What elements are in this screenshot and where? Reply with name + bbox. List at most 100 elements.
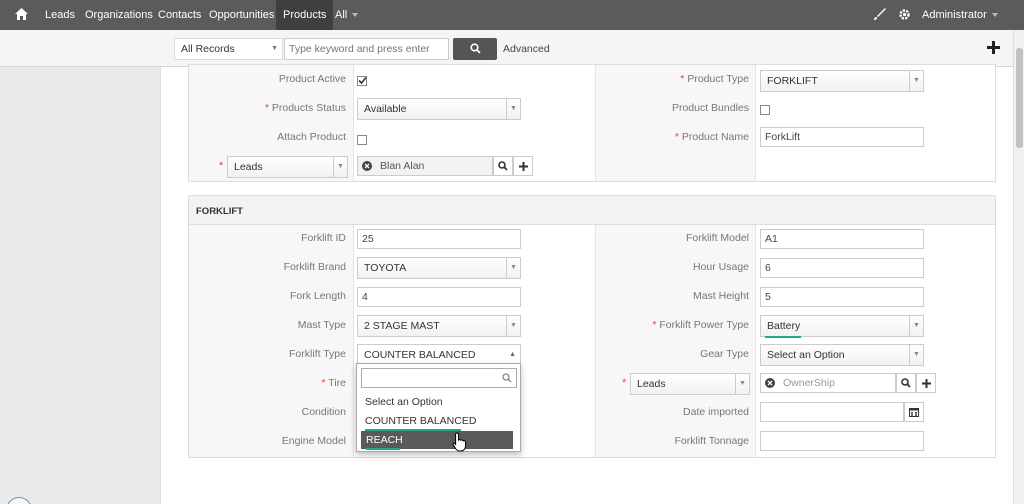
- forklift-id-input[interactable]: 25: [357, 229, 521, 249]
- gear-type-value: Select an Option: [767, 349, 845, 361]
- products-status-label: * Products Status: [264, 102, 346, 114]
- advanced-search-link[interactable]: Advanced: [503, 43, 550, 55]
- form-row: Condition Date imported: [189, 399, 995, 428]
- dropdown-option[interactable]: COUNTER BALANCED: [361, 412, 513, 430]
- mast-type-value: 2 STAGE MAST: [364, 320, 440, 332]
- owner-module-select[interactable]: Leads ▼: [630, 373, 750, 395]
- nav-all-menu[interactable]: All: [335, 0, 359, 30]
- form-row: * Leads ▼ Blan Alan: [189, 152, 995, 181]
- mast-type-select[interactable]: 2 STAGE MAST ▼: [357, 315, 521, 337]
- product-details-block: Product Active * Product Type FORKLIFT ▼ …: [188, 64, 996, 182]
- related-module-select[interactable]: Leads ▼: [227, 156, 348, 178]
- forklift-type-label: Forklift Type: [289, 348, 346, 360]
- form-row: Fork Length 4 Mast Height 5: [189, 283, 995, 312]
- calendar-icon: [909, 408, 919, 417]
- product-active-label: Product Active: [278, 73, 346, 85]
- calendar-button[interactable]: [904, 402, 924, 422]
- forklift-block-title: FORKLIFT: [196, 206, 243, 217]
- clear-icon[interactable]: [765, 378, 775, 388]
- clear-icon[interactable]: [362, 161, 372, 171]
- fork-length-label: Fork Length: [289, 290, 346, 302]
- gear-type-select[interactable]: Select an Option ▼: [760, 344, 924, 366]
- forklift-brand-select[interactable]: TOYOTA ▼: [357, 257, 521, 279]
- products-status-select[interactable]: Available ▼: [357, 98, 521, 120]
- forklift-tonnage-label: Forklift Tonnage: [674, 435, 749, 447]
- chevron-down-icon: ▼: [333, 157, 347, 177]
- fork-length-input[interactable]: 4: [357, 287, 521, 307]
- search-input[interactable]: [284, 38, 449, 60]
- nav-opportunities[interactable]: Opportunities: [209, 0, 274, 30]
- ownership-search-button[interactable]: [896, 373, 916, 393]
- related-add-button[interactable]: [513, 156, 533, 176]
- search-button[interactable]: [453, 38, 497, 60]
- related-module-value: Leads: [234, 161, 263, 173]
- products-status-value: Available: [364, 103, 407, 115]
- checkmark-icon: [358, 76, 367, 85]
- forklift-power-type-select[interactable]: Battery ▼: [760, 315, 924, 337]
- product-type-label: * Product Type: [680, 73, 749, 85]
- chevron-down-icon: ▼: [735, 374, 749, 394]
- plus-icon[interactable]: [987, 41, 1000, 54]
- form-row: Engine Model Forklift Tonnage: [189, 428, 995, 457]
- chevron-down-icon: ▼: [909, 345, 923, 365]
- nav-contacts[interactable]: Contacts: [158, 0, 201, 30]
- chevron-down-icon: ▼: [506, 316, 520, 336]
- related-search-button[interactable]: [493, 156, 513, 176]
- help-widget-icon[interactable]: [6, 497, 32, 504]
- search-bar: All Records ▼ Advanced: [0, 30, 1013, 67]
- forklift-type-value: COUNTER BALANCED: [364, 349, 476, 361]
- form-row: Mast Type 2 STAGE MAST ▼ * Forklift Power…: [189, 312, 995, 341]
- scrollbar-thumb[interactable]: [1016, 48, 1023, 148]
- form-row: Attach Product * Product Name ForkLift: [189, 123, 995, 152]
- dropdown-option[interactable]: Select an Option: [361, 393, 513, 411]
- engine-model-label: Engine Model: [281, 435, 346, 447]
- search-icon: [502, 373, 512, 383]
- chevron-down-icon: ▼: [909, 71, 923, 91]
- condition-label: Condition: [301, 406, 346, 418]
- top-navigation: Leads Organizations Contacts Opportuniti…: [0, 0, 1024, 30]
- highlight-underline: [765, 336, 801, 338]
- brush-icon[interactable]: [873, 8, 886, 21]
- form-row: Forklift Type COUNTER BALANCED ▲ Gear Typ…: [189, 341, 995, 370]
- required-marker: *: [622, 377, 627, 389]
- page-scrollbar[interactable]: [1013, 30, 1024, 504]
- chevron-down-icon: ▼: [271, 45, 278, 52]
- nav-products[interactable]: Products: [276, 0, 334, 30]
- related-record-field[interactable]: Blan Alan: [357, 156, 493, 176]
- attach-product-checkbox[interactable]: [357, 135, 367, 145]
- plus-icon: [519, 162, 528, 171]
- product-type-select[interactable]: FORKLIFT ▼: [760, 70, 924, 92]
- product-active-checkbox[interactable]: [357, 76, 367, 86]
- chevron-down-icon: ▼: [909, 316, 923, 336]
- highlight-underline: [366, 448, 400, 450]
- forklift-model-input[interactable]: A1: [760, 229, 924, 249]
- product-bundles-checkbox[interactable]: [760, 105, 770, 115]
- hour-usage-label: Hour Usage: [692, 261, 749, 273]
- tire-label: * Tire: [321, 377, 346, 389]
- chevron-down-icon: ▼: [506, 258, 520, 278]
- gear-icon[interactable]: [898, 8, 911, 21]
- ownership-field[interactable]: OwnerShip: [760, 373, 896, 393]
- dropdown-option-highlighted[interactable]: REACH: [361, 431, 513, 449]
- chevron-down-icon: [991, 13, 998, 18]
- nav-organizations[interactable]: Organizations: [85, 0, 153, 30]
- form-row: * Tire * Leads ▼ OwnerShip: [189, 370, 995, 399]
- forklift-tonnage-input[interactable]: [760, 431, 924, 451]
- product-name-label: * Product Name: [674, 131, 749, 143]
- mast-height-input[interactable]: 5: [760, 287, 924, 307]
- search-scope-select[interactable]: All Records ▼: [174, 38, 283, 60]
- product-name-input[interactable]: ForkLift: [760, 127, 924, 147]
- date-imported-input[interactable]: [760, 402, 904, 422]
- ownership-placeholder: OwnerShip: [783, 377, 835, 389]
- ownership-add-button[interactable]: [916, 373, 936, 393]
- search-icon: [470, 43, 481, 54]
- nav-leads[interactable]: Leads: [45, 0, 75, 30]
- user-menu[interactable]: Administrator: [922, 0, 998, 30]
- home-icon[interactable]: [15, 8, 28, 20]
- attach-product-label: Attach Product: [277, 131, 346, 143]
- form-row: * Products Status Available ▼ Product Bun…: [189, 94, 995, 123]
- forklift-brand-value: TOYOTA: [364, 262, 407, 274]
- hour-usage-input[interactable]: 6: [760, 258, 924, 278]
- dropdown-search-input[interactable]: [361, 368, 517, 388]
- forklift-type-dropdown: Select an Option COUNTER BALANCED REACH: [356, 363, 521, 452]
